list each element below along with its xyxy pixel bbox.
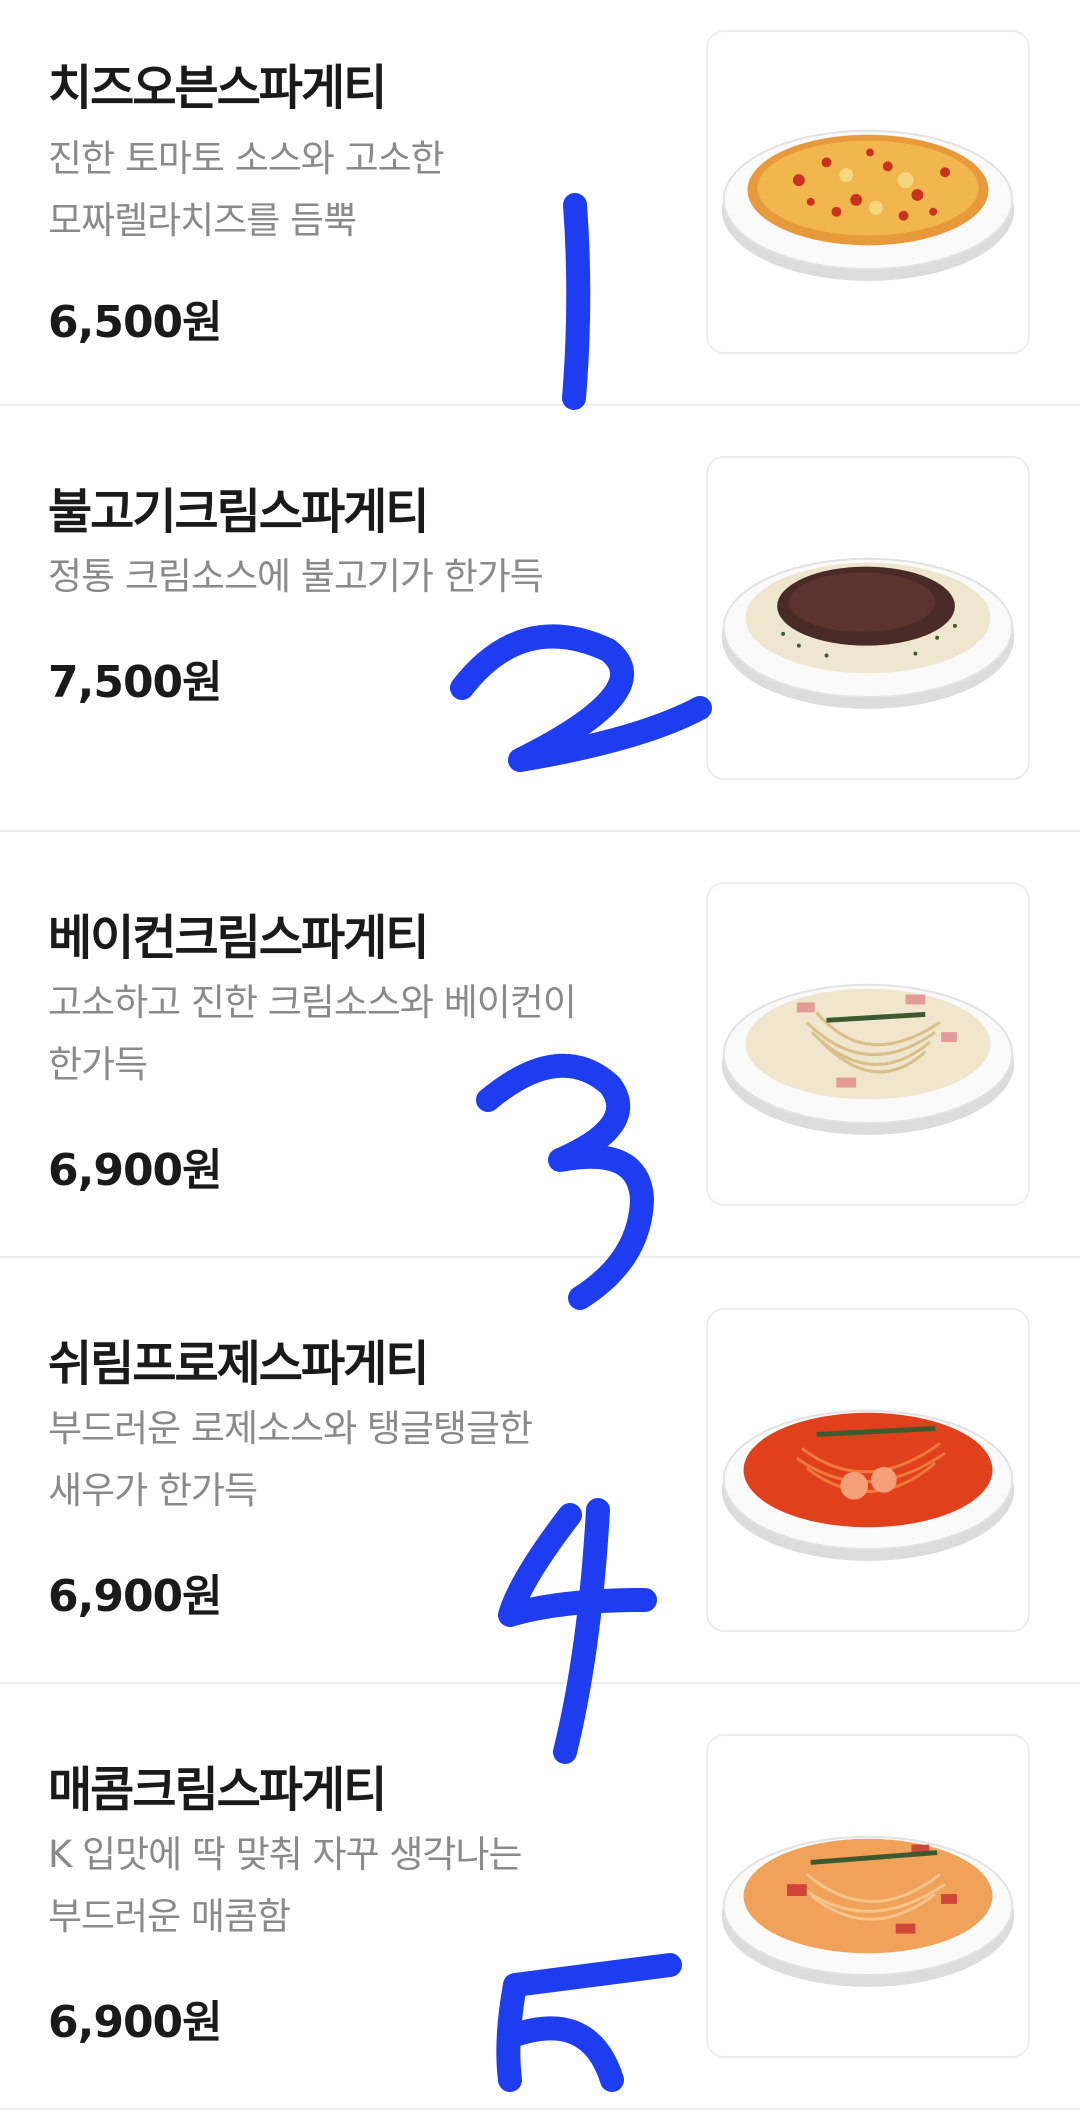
item-description: 정통 크림소스에 불고기가 한가득: [48, 546, 648, 608]
description-line: 한가득: [48, 1043, 148, 1086]
menu-item-image[interactable]: [706, 456, 1030, 780]
item-price: 6,500원: [48, 297, 223, 348]
bulgogi-cream-spaghetti-photo: [721, 557, 1015, 709]
menu-item-bulgogi-cream-spaghetti[interactable]: 불고기크림스파게티 정통 크림소스에 불고기가 한가득 7,500원: [0, 406, 1080, 832]
menu-item-image[interactable]: [706, 30, 1030, 354]
menu-item-image[interactable]: [706, 882, 1030, 1206]
shrimp-rose-spaghetti-photo: [721, 1409, 1015, 1561]
description-line: 정통 크림소스에 불고기가 한가득: [48, 555, 544, 598]
bacon-cream-spaghetti-photo: [721, 983, 1015, 1135]
menu-item-cheese-oven-spaghetti[interactable]: 치즈오븐스파게티 진한 토마토 소스와 고소한 모짜렐라치즈를 듬뿍 6,500…: [0, 0, 1080, 406]
description-line: K 입맛에 딱 맞춰 자꾸 생각나는: [48, 1833, 523, 1876]
item-price: 6,900원: [48, 1571, 223, 1622]
item-description: 고소하고 진한 크림소스와 베이컨이 한가득: [48, 972, 648, 1096]
item-name: 매콤크림스파게티: [48, 1762, 387, 1818]
item-name: 치즈오븐스파게티: [48, 60, 387, 116]
menu-item-bacon-cream-spaghetti[interactable]: 베이컨크림스파게티 고소하고 진한 크림소스와 베이컨이 한가득 6,900원: [0, 832, 1080, 1258]
item-description: 부드러운 로제소스와 탱글탱글한 새우가 한가득: [48, 1398, 648, 1522]
description-line: 모짜렐라치즈를 듬뿍: [48, 199, 357, 242]
item-price: 6,900원: [48, 1997, 223, 2048]
spicy-cream-spaghetti-photo: [721, 1835, 1015, 1987]
menu-item-image[interactable]: [706, 1734, 1030, 2058]
item-name: 불고기크림스파게티: [48, 484, 429, 540]
item-name: 베이컨크림스파게티: [48, 910, 429, 966]
item-description: 진한 토마토 소스와 고소한 모짜렐라치즈를 듬뿍: [48, 128, 648, 252]
item-price: 6,900원: [48, 1145, 223, 1196]
description-line: 부드러운 로제소스와 탱글탱글한: [48, 1407, 533, 1450]
menu-item-spicy-cream-spaghetti[interactable]: 매콤크림스파게티 K 입맛에 딱 맞춰 자꾸 생각나는 부드러운 매콤함 6,9…: [0, 1684, 1080, 2110]
item-name: 쉬림프로제스파게티: [48, 1336, 429, 1392]
item-description: K 입맛에 딱 맞춰 자꾸 생각나는 부드러운 매콤함: [48, 1824, 648, 1948]
description-line: 고소하고 진한 크림소스와 베이컨이: [48, 981, 577, 1024]
menu-item-shrimp-rose-spaghetti[interactable]: 쉬림프로제스파게티 부드러운 로제소스와 탱글탱글한 새우가 한가득 6,900…: [0, 1258, 1080, 1684]
cheese-oven-spaghetti-photo: [721, 129, 1015, 281]
item-price: 7,500원: [48, 657, 223, 708]
menu-list: 치즈오븐스파게티 진한 토마토 소스와 고소한 모짜렐라치즈를 듬뿍 6,500…: [0, 0, 1080, 2113]
description-line: 진한 토마토 소스와 고소한: [48, 137, 445, 180]
description-line: 새우가 한가득: [48, 1469, 258, 1512]
description-line: 부드러운 매콤함: [48, 1895, 291, 1938]
menu-item-image[interactable]: [706, 1308, 1030, 1632]
